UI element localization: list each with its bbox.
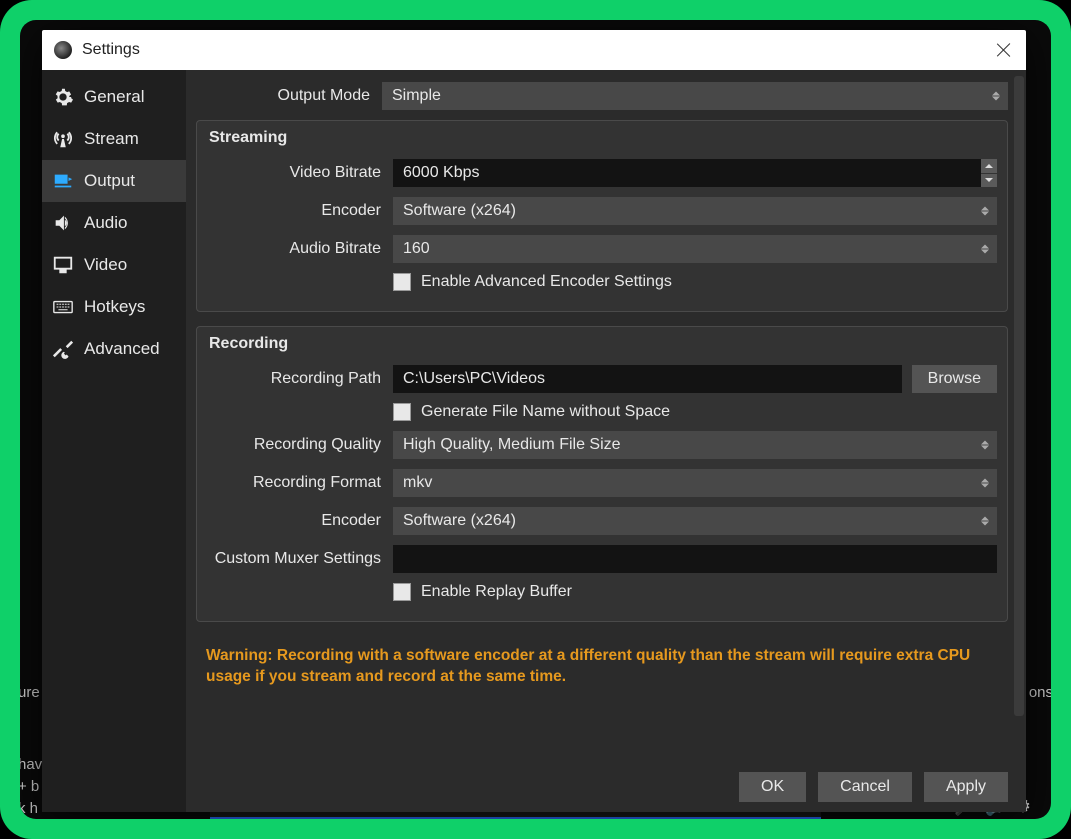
cancel-button[interactable]: Cancel xyxy=(818,772,912,802)
select-value: High Quality, Medium File Size xyxy=(403,436,621,454)
group-title: Recording xyxy=(209,335,997,353)
sidebar-item-general[interactable]: General xyxy=(42,76,186,118)
dialog-footer: OK Cancel Apply xyxy=(739,772,1008,802)
monitor-icon xyxy=(52,254,74,276)
recording-path-input[interactable]: C:\Users\PC\Videos xyxy=(393,365,902,393)
sidebar-item-label: Video xyxy=(84,255,127,275)
sidebar-item-label: Hotkeys xyxy=(84,297,145,317)
audio-bitrate-select[interactable]: 160 xyxy=(393,235,997,263)
apply-button[interactable]: Apply xyxy=(924,772,1008,802)
sidebar-item-audio[interactable]: Audio xyxy=(42,202,186,244)
recording-path-label: Recording Path xyxy=(207,370,393,388)
bg-text: + b xyxy=(20,776,42,798)
recording-format-label: Recording Format xyxy=(207,474,393,492)
gear-icon xyxy=(52,86,74,108)
chevron-updown-icon xyxy=(979,207,991,216)
group-title: Streaming xyxy=(209,129,997,147)
muxer-label: Custom Muxer Settings xyxy=(207,550,393,568)
output-icon xyxy=(52,170,74,192)
input-value: 6000 Kbps xyxy=(403,164,480,182)
sidebar-item-advanced[interactable]: Advanced xyxy=(42,328,186,370)
audio-bitrate-label: Audio Bitrate xyxy=(207,240,393,258)
tools-icon xyxy=(52,338,74,360)
chevron-updown-icon xyxy=(979,245,991,254)
recording-format-select[interactable]: mkv xyxy=(393,469,997,497)
ok-button[interactable]: OK xyxy=(739,772,806,802)
select-value: Simple xyxy=(392,87,441,105)
recording-quality-select[interactable]: High Quality, Medium File Size xyxy=(393,431,997,459)
recording-quality-label: Recording Quality xyxy=(207,436,393,454)
advanced-encoder-checkbox[interactable] xyxy=(393,273,411,291)
replay-buffer-label: Enable Replay Buffer xyxy=(421,583,572,601)
warning-text: Warning: Recording with a software encod… xyxy=(196,636,1008,688)
select-value: Software (x264) xyxy=(403,512,516,530)
content-pane: Output Mode Simple Streaming Video Bi xyxy=(186,70,1026,812)
chevron-updown-icon xyxy=(979,479,991,488)
recording-encoder-select[interactable]: Software (x264) xyxy=(393,507,997,535)
select-value: 160 xyxy=(403,240,430,258)
spin-down-icon[interactable] xyxy=(981,174,997,188)
video-bitrate-label: Video Bitrate xyxy=(207,164,393,182)
settings-window: Settings General Stream xyxy=(42,30,1026,812)
window-title: Settings xyxy=(82,41,140,59)
obs-icon xyxy=(54,41,72,59)
sidebar-item-output[interactable]: Output xyxy=(42,160,186,202)
sidebar-item-label: Advanced xyxy=(84,339,160,359)
close-icon[interactable] xyxy=(994,40,1014,60)
sidebar-item-label: General xyxy=(84,87,144,107)
chevron-updown-icon xyxy=(990,92,1002,101)
chevron-updown-icon xyxy=(979,441,991,450)
output-mode-select[interactable]: Simple xyxy=(382,82,1008,110)
bg-text: ons xyxy=(1029,684,1051,701)
streaming-group: Streaming Video Bitrate 6000 Kbps xyxy=(196,120,1008,312)
sidebar-item-hotkeys[interactable]: Hotkeys xyxy=(42,286,186,328)
replay-buffer-checkbox[interactable] xyxy=(393,583,411,601)
titlebar: Settings xyxy=(42,30,1026,70)
advanced-encoder-label: Enable Advanced Encoder Settings xyxy=(421,273,672,291)
input-value: C:\Users\PC\Videos xyxy=(403,370,545,388)
sidebar-item-label: Output xyxy=(84,171,135,191)
speaker-icon xyxy=(52,212,74,234)
select-value: Software (x264) xyxy=(403,202,516,220)
sidebar-item-video[interactable]: Video xyxy=(42,244,186,286)
browse-button[interactable]: Browse xyxy=(912,365,997,393)
sidebar-item-stream[interactable]: Stream xyxy=(42,118,186,160)
sidebar: General Stream Output xyxy=(42,70,186,812)
streaming-encoder-label: Encoder xyxy=(207,202,393,220)
streaming-encoder-select[interactable]: Software (x264) xyxy=(393,197,997,225)
scrollbar[interactable] xyxy=(1014,76,1024,716)
muxer-input[interactable] xyxy=(393,545,997,573)
antenna-icon xyxy=(52,128,74,150)
filename-nospace-label: Generate File Name without Space xyxy=(421,403,670,421)
select-value: mkv xyxy=(403,474,432,492)
bg-text: ure xyxy=(20,684,40,701)
recording-encoder-label: Encoder xyxy=(207,512,393,530)
sidebar-item-label: Audio xyxy=(84,213,127,233)
bg-text: hav xyxy=(20,754,42,776)
sidebar-item-label: Stream xyxy=(84,129,139,149)
video-bitrate-input[interactable]: 6000 Kbps xyxy=(393,159,997,187)
recording-group: Recording Recording Path C:\Users\PC\Vid… xyxy=(196,326,1008,622)
output-mode-label: Output Mode xyxy=(196,87,382,105)
keyboard-icon xyxy=(52,296,74,318)
filename-nospace-checkbox[interactable] xyxy=(393,403,411,421)
chevron-updown-icon xyxy=(979,517,991,526)
spin-up-icon[interactable] xyxy=(981,159,997,174)
bg-text: k h xyxy=(20,798,42,819)
